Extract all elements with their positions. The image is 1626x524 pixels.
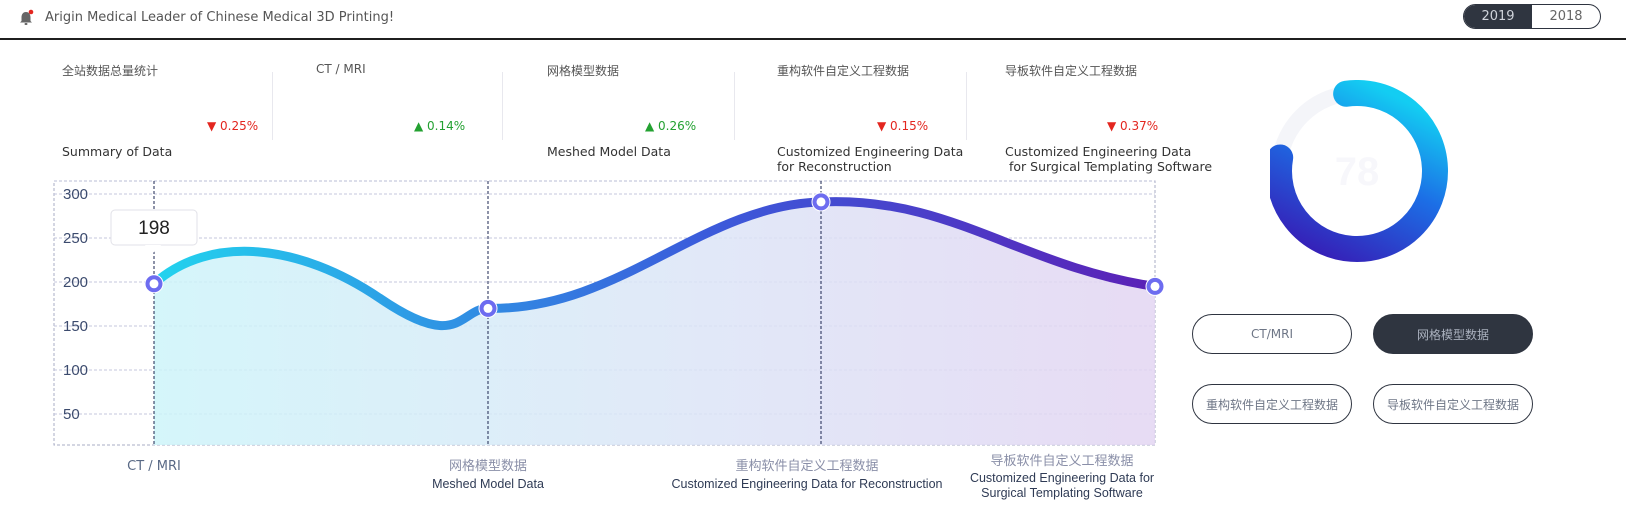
filter-templating-button[interactable]: 导板软件自定义工程数据 bbox=[1373, 384, 1533, 424]
divider bbox=[502, 72, 503, 140]
stat-title: 导板软件自定义工程数据 bbox=[1005, 64, 1138, 78]
x-category-subtitle: Surgical Templating Software bbox=[981, 486, 1143, 500]
top-bar: Arigin Medical Leader of Chinese Medical… bbox=[0, 0, 1626, 40]
year-2018-button[interactable]: 2018 bbox=[1532, 5, 1600, 28]
tooltip-value: 198 bbox=[138, 218, 170, 239]
stat-change: ▲ 0.26% bbox=[645, 119, 697, 133]
divider bbox=[272, 72, 273, 140]
stat-change: ▲ 0.14% bbox=[414, 119, 466, 133]
y-tick-label: 150 bbox=[63, 318, 88, 335]
x-category-label: 导板软件自定义工程数据 bbox=[990, 454, 1133, 469]
stat-reconstruction: 重构软件自定义工程数据 ▼ 0.15% Customized Engineeri… bbox=[777, 56, 977, 176]
announcement-text: Arigin Medical Leader of Chinese Medical… bbox=[45, 10, 395, 25]
data-point[interactable] bbox=[478, 298, 498, 318]
stat-templating: 导板软件自定义工程数据 ▼ 0.37% Customized Engineeri… bbox=[1005, 56, 1212, 176]
trend-chart: 50 100 150 200 250 300 198 CT / MRI 网格模型数据 Meshed… bbox=[0, 170, 1200, 520]
filter-reconstruction-button[interactable]: 重构软件自定义工程数据 bbox=[1192, 384, 1352, 424]
x-category-label: 网格模型数据 bbox=[449, 458, 527, 474]
y-tick-label: 300 bbox=[63, 186, 88, 203]
filter-meshed-model-button[interactable]: 网格模型数据 bbox=[1373, 314, 1533, 354]
stat-title: 重构软件自定义工程数据 bbox=[777, 64, 910, 78]
stat-change: ▼ 0.25% bbox=[207, 119, 259, 133]
y-tick-label: 50 bbox=[63, 406, 80, 423]
x-category-label: CT / MRI bbox=[127, 459, 181, 474]
stat-title: CT / MRI bbox=[316, 62, 366, 76]
progress-ring: 78 bbox=[1270, 80, 1448, 262]
x-category-label: 重构软件自定义工程数据 bbox=[735, 458, 878, 474]
y-tick-label: 250 bbox=[63, 230, 88, 247]
stat-title: 网格模型数据 bbox=[547, 64, 620, 78]
data-point[interactable] bbox=[1145, 276, 1165, 296]
year-2019-button[interactable]: 2019 bbox=[1464, 5, 1532, 28]
x-category-subtitle: Meshed Model Data bbox=[432, 477, 544, 491]
bell-icon[interactable] bbox=[17, 9, 35, 27]
data-point[interactable] bbox=[811, 192, 831, 212]
divider bbox=[734, 72, 735, 140]
stat-subtitle: Summary of Data bbox=[62, 144, 173, 159]
data-point[interactable] bbox=[144, 274, 164, 294]
y-tick-label: 100 bbox=[63, 362, 88, 379]
stat-subtitle: Meshed Model Data bbox=[547, 144, 671, 159]
ring-value: 78 bbox=[1335, 150, 1380, 194]
stat-change: ▼ 0.37% bbox=[1107, 119, 1159, 133]
stat-summary: 全站数据总量统计 ▼ 0.25% Summary of Data bbox=[62, 56, 262, 176]
stat-change: ▼ 0.15% bbox=[877, 119, 929, 133]
stat-ct-mri: CT / MRI ▲ 0.14% bbox=[316, 56, 516, 176]
divider bbox=[966, 72, 967, 140]
stat-title: 全站数据总量统计 bbox=[62, 64, 159, 78]
filter-ct-mri-button[interactable]: CT/MRI bbox=[1192, 314, 1352, 354]
value-tooltip: 198 bbox=[110, 209, 198, 253]
x-category-subtitle: Customized Engineering Data for Reconstr… bbox=[672, 477, 943, 491]
trend-chart-svg: 50 100 150 200 250 300 198 CT / MRI 网格模型数据 Meshed… bbox=[53, 180, 1165, 500]
stat-meshed-model: 网格模型数据 ▲ 0.26% Meshed Model Data bbox=[547, 56, 747, 176]
y-tick-label: 200 bbox=[63, 274, 88, 291]
year-toggle: 2019 2018 bbox=[1463, 4, 1601, 29]
x-category-subtitle: Customized Engineering Data for bbox=[970, 471, 1154, 485]
